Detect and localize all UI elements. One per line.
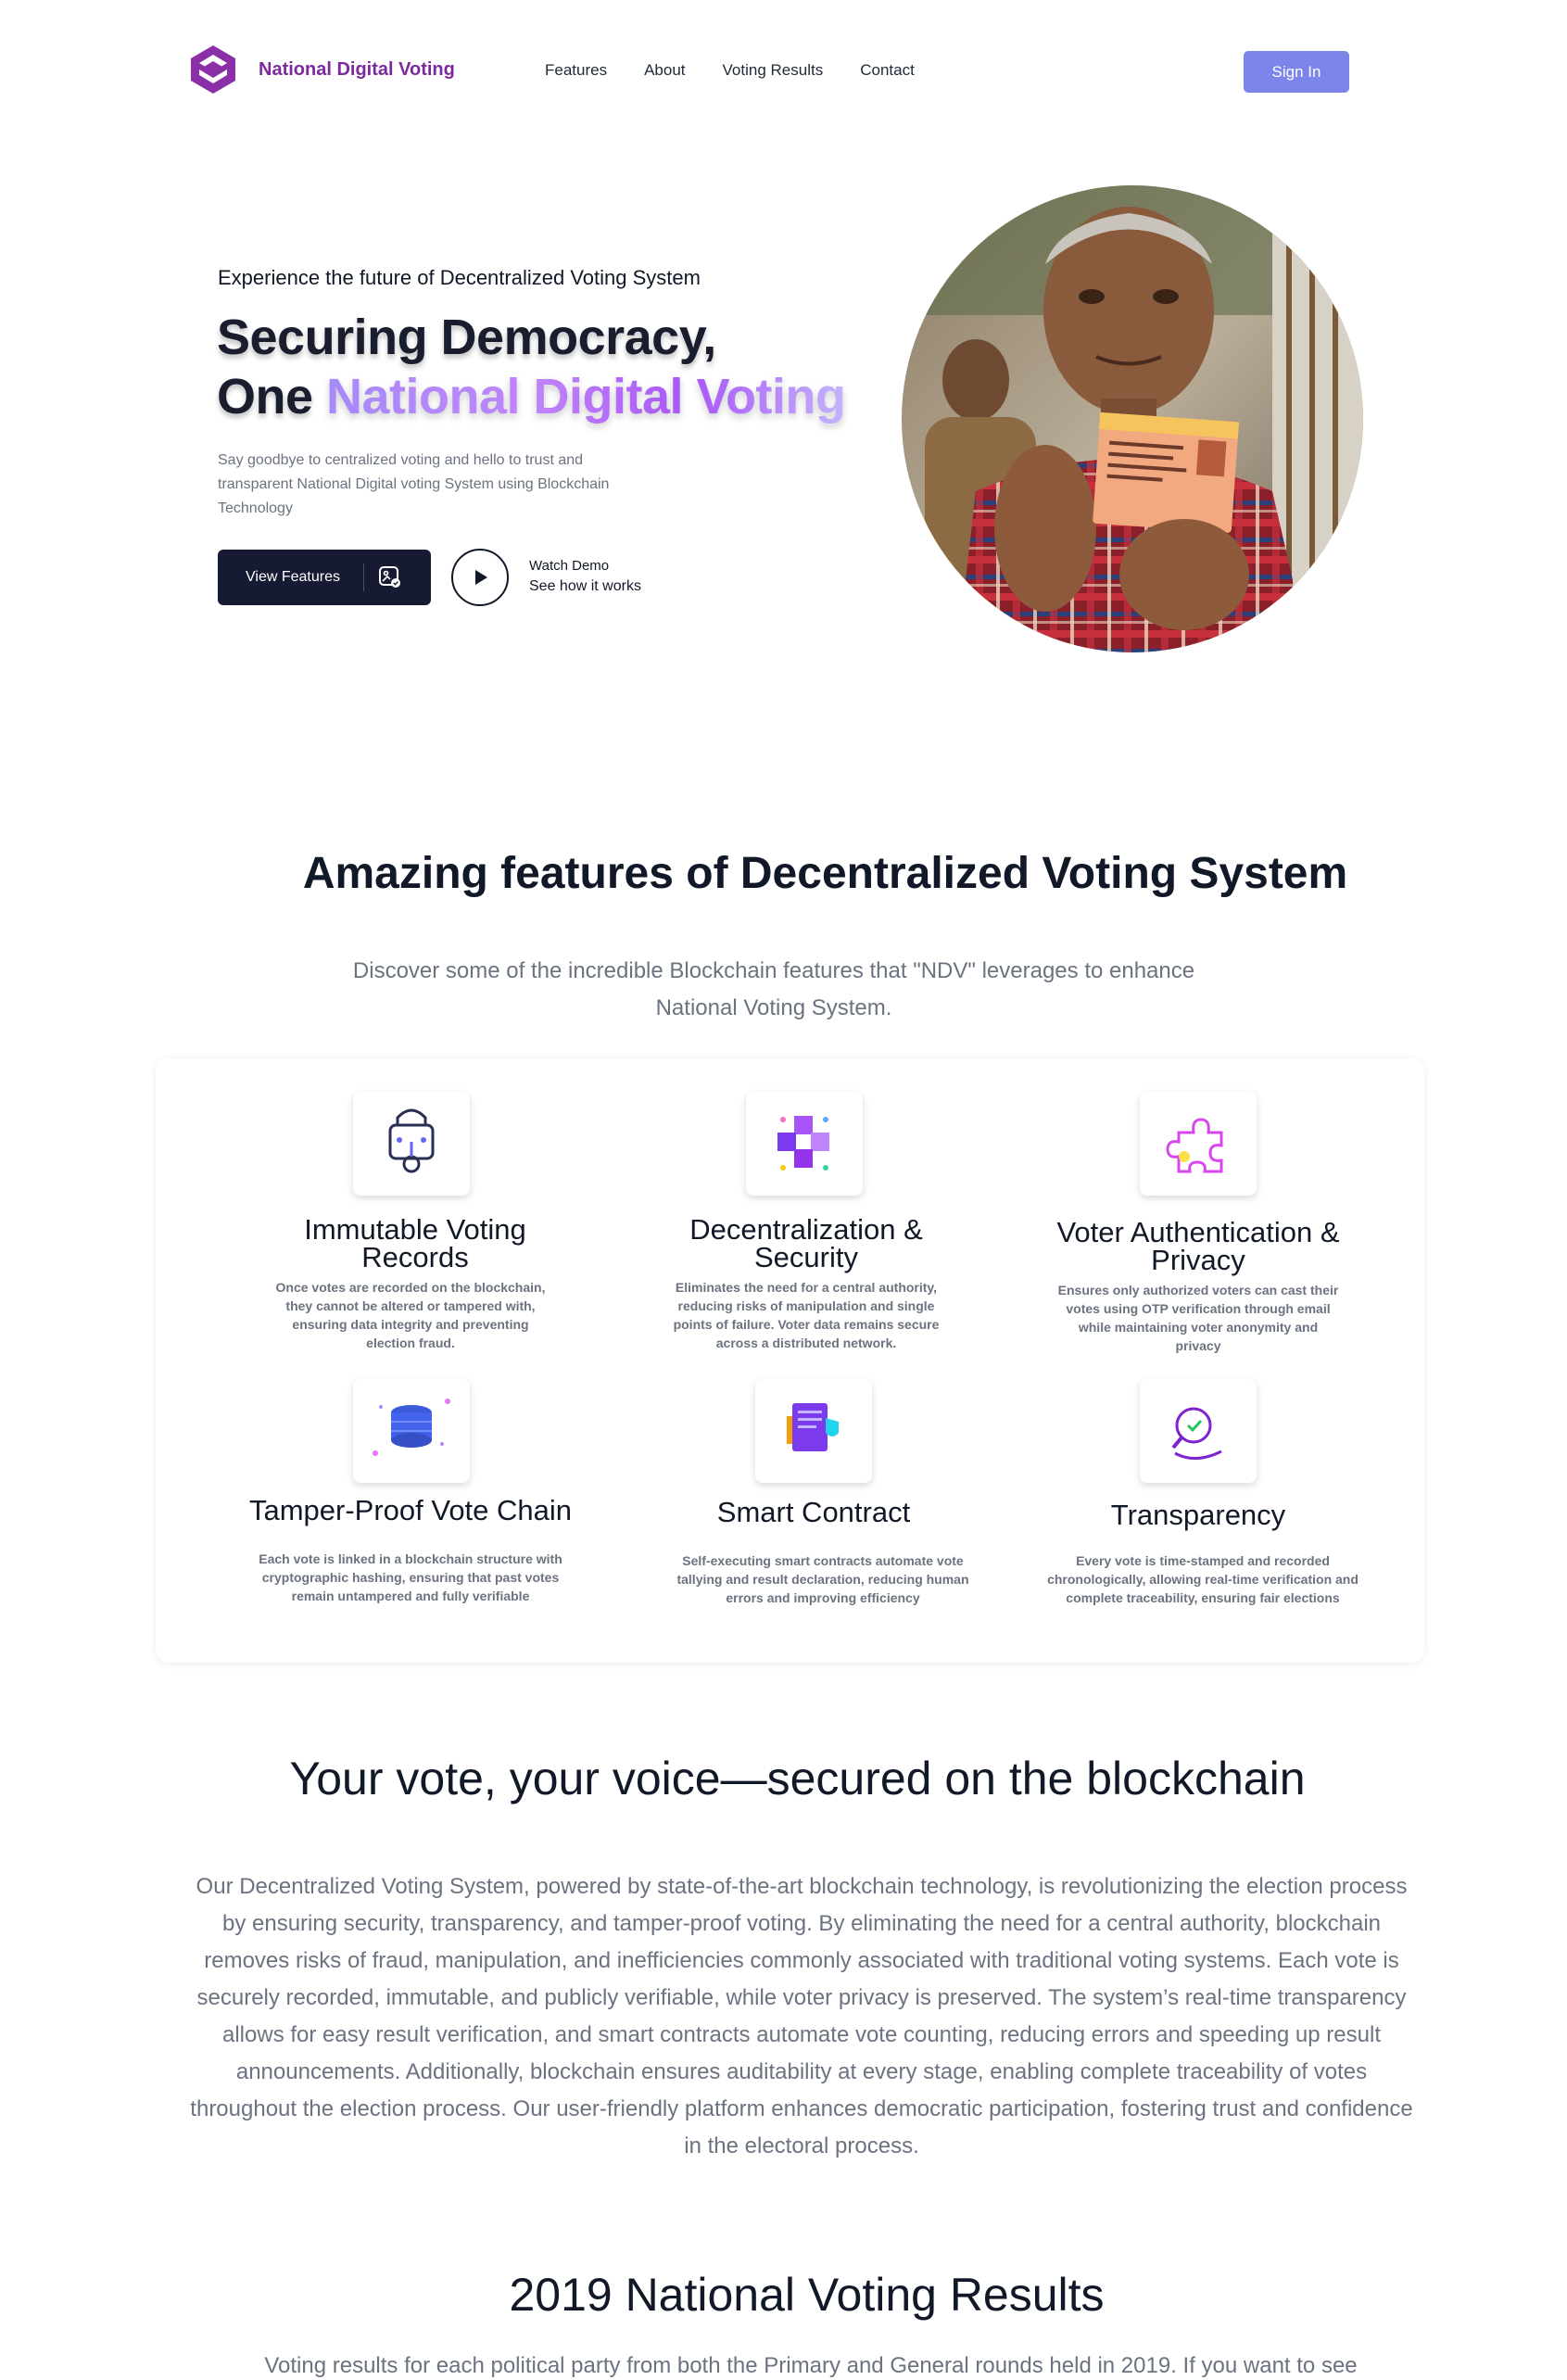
view-features-button[interactable]: View Features <box>218 550 431 605</box>
hero-title: Securing Democracy, One National Digital… <box>217 308 846 426</box>
contract-icon <box>787 1403 839 1451</box>
feature-title: Transparency <box>1110 1499 1286 1531</box>
feature-title: Smart Contract <box>716 1496 911 1528</box>
feature-description: Eliminates the need for a central author… <box>673 1280 940 1350</box>
feature-icon-box <box>353 1092 470 1196</box>
view-features-label: View Features <box>246 569 340 585</box>
puzzle-icon <box>1166 1118 1223 1173</box>
feature-description: Each vote is linked in a blockchain stru… <box>259 1551 562 1603</box>
nav-links: Features About Voting Results Contact <box>545 61 952 80</box>
hero-voter-photo <box>902 185 1363 652</box>
feature-icon-box <box>1140 1092 1257 1196</box>
blocks-icon <box>777 1116 829 1171</box>
watch-demo-label[interactable]: Watch Demo <box>529 558 609 574</box>
feature-description: Self-executing smart contracts automate … <box>676 1553 969 1605</box>
results-section-title: 2019 National Voting Results <box>509 2269 1105 2321</box>
features-card: Immutable Voting Records Once votes are … <box>156 1058 1424 1663</box>
about-section-title: Your vote, your voice—secured on the blo… <box>289 1753 1306 1804</box>
brand-name[interactable]: National Digital Voting <box>259 59 455 81</box>
feature-description: Once votes are recorded on the blockchai… <box>275 1280 546 1350</box>
magnifier-icon <box>1171 1407 1222 1460</box>
hero-title-prefix: One <box>217 369 327 424</box>
button-divider <box>363 563 364 591</box>
hero-title-line2: One National Digital Voting <box>217 367 846 426</box>
navbar: National Digital Voting Features About V… <box>0 0 1567 139</box>
hero-eyebrow: Experience the future of Decentralized V… <box>218 266 701 289</box>
nav-link-features[interactable]: Features <box>545 61 607 80</box>
feature-icon-box <box>353 1379 470 1483</box>
database-icon <box>373 1399 450 1456</box>
watch-demo-subtitle[interactable]: See how it works <box>529 578 641 595</box>
feature-icon-box <box>755 1379 872 1483</box>
features-icon <box>379 566 400 588</box>
hero-subtitle: Say goodbye to centralized voting and he… <box>218 452 610 516</box>
play-icon <box>475 570 487 585</box>
logo-icon[interactable] <box>185 42 241 97</box>
hero-title-highlight: National Digital Voting <box>326 369 846 424</box>
feature-title: Decentralization & Security <box>689 1213 923 1273</box>
hero-title-line1: Securing Democracy, <box>217 310 716 365</box>
feature-description: Ensures only authorized voters can cast … <box>1057 1283 1339 1353</box>
features-section-subtitle: Discover some of the incredible Blockcha… <box>352 958 1195 1020</box>
feature-title: Tamper-Proof Vote Chain <box>248 1494 573 1526</box>
watch-demo-play-button[interactable] <box>451 549 509 606</box>
sign-in-button[interactable]: Sign In <box>1244 51 1349 93</box>
lock-icon <box>388 1108 435 1173</box>
feature-title: Immutable Voting Records <box>304 1213 526 1273</box>
features-section-title: Amazing features of Decentralized Voting… <box>302 849 1348 898</box>
feature-title: Voter Authentication & Privacy <box>1056 1216 1340 1276</box>
nav-link-voting-results[interactable]: Voting Results <box>723 61 824 80</box>
nav-link-about[interactable]: About <box>644 61 685 80</box>
nav-link-contact[interactable]: Contact <box>860 61 915 80</box>
feature-icon-box <box>746 1092 863 1196</box>
results-section-body: Voting results for each political party … <box>264 2353 1358 2378</box>
about-section-body: Our Decentralized Voting System, powered… <box>190 1874 1413 2158</box>
feature-icon-box <box>1140 1379 1257 1483</box>
feature-description: Every vote is time-stamped and recorded … <box>1047 1553 1358 1605</box>
